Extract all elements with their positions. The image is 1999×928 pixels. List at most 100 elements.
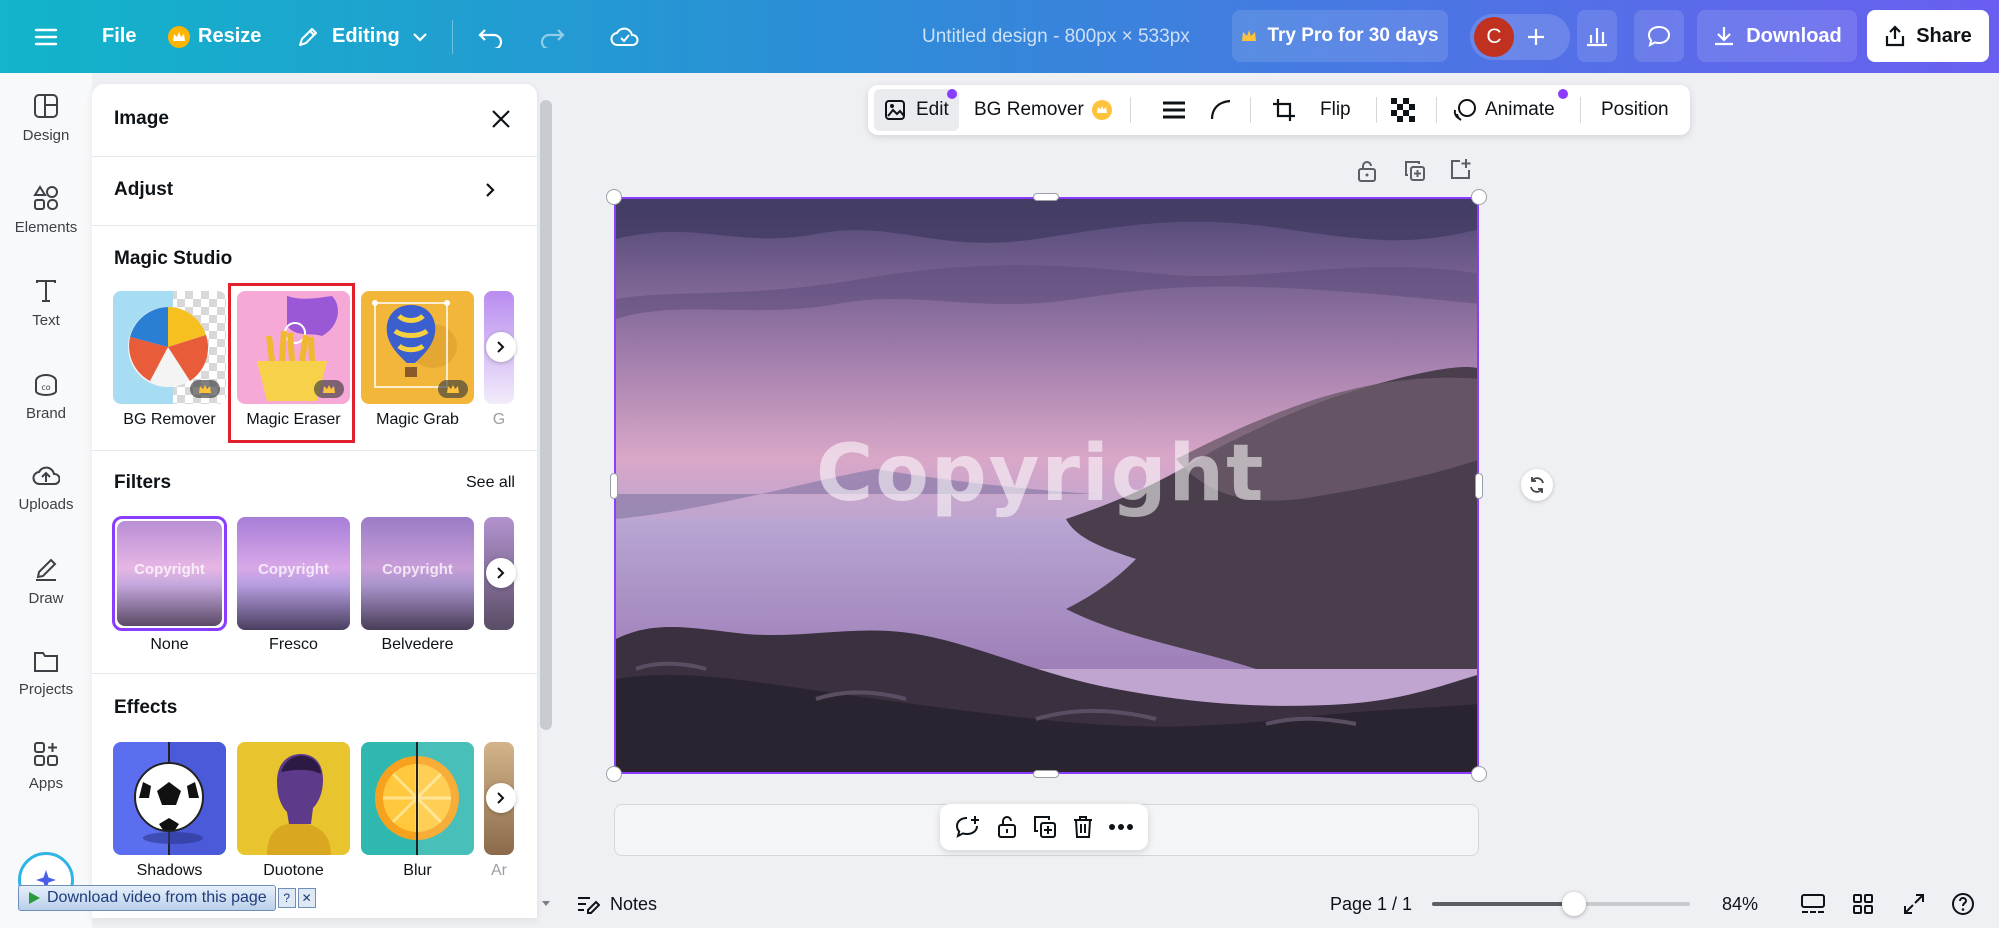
tile-label: Fresco: [269, 636, 318, 653]
top-bar: File Resize Editing Untitled design - 80…: [0, 0, 1999, 73]
download-button[interactable]: Download: [1697, 10, 1857, 62]
divider: [1580, 97, 1581, 123]
see-all-link[interactable]: See all: [466, 474, 515, 492]
document-title[interactable]: Untitled design - 800px × 533px: [922, 0, 1190, 73]
avatar[interactable]: C: [1474, 17, 1514, 57]
trash-icon[interactable]: [1072, 815, 1094, 839]
rail-item-uploads[interactable]: Uploads: [0, 443, 92, 533]
redo-icon[interactable]: [538, 0, 566, 73]
filter-watermark: Copyright: [134, 561, 205, 578]
transparency-icon[interactable]: [1390, 85, 1416, 135]
magic-grab-tile[interactable]: [361, 291, 474, 404]
close-button[interactable]: ✕: [297, 888, 316, 908]
bg-remover-button[interactable]: BG Remover: [974, 85, 1112, 135]
effects-title: Effects: [114, 697, 178, 718]
tile-label: Duotone: [263, 862, 324, 879]
rotate-icon[interactable]: [1521, 469, 1553, 501]
resize-handle[interactable]: [606, 766, 622, 782]
fullscreen-icon[interactable]: [1903, 880, 1925, 928]
animate-button[interactable]: Animate: [1453, 85, 1555, 135]
position-button[interactable]: Position: [1601, 85, 1669, 135]
effect-shadows-tile[interactable]: [113, 742, 226, 855]
corner-rounding-icon[interactable]: [1210, 85, 1232, 135]
close-icon[interactable]: [490, 108, 512, 130]
resize-handle[interactable]: [1471, 766, 1487, 782]
duplicate-icon[interactable]: [1404, 160, 1426, 182]
cloud-save-icon[interactable]: [610, 0, 640, 73]
crown-icon: [168, 25, 190, 48]
edit-button[interactable]: Edit: [874, 89, 959, 131]
flip-button[interactable]: Flip: [1320, 85, 1351, 135]
filter-fresco-tile[interactable]: Copyright: [237, 517, 350, 630]
brand-icon: co: [35, 373, 57, 396]
bottom-bar: Notes Page 1 / 1 84%: [560, 880, 1999, 928]
resize-handle[interactable]: [1033, 770, 1059, 778]
rail-item-brand[interactable]: co Brand: [0, 351, 92, 441]
page-indicator[interactable]: Page 1 / 1: [1330, 880, 1412, 928]
resize-handle[interactable]: [606, 189, 622, 205]
lock-icon[interactable]: [996, 815, 1018, 839]
resize-handle[interactable]: [610, 473, 618, 499]
add-comment-icon[interactable]: [955, 815, 981, 839]
more-options-icon[interactable]: [1108, 823, 1133, 831]
rail-item-draw[interactable]: Draw: [0, 536, 92, 626]
notes-button[interactable]: Notes: [576, 880, 657, 928]
resize-handle[interactable]: [1033, 193, 1059, 201]
resize-handle[interactable]: [1475, 473, 1483, 499]
try-pro-button[interactable]: Try Pro for 30 days: [1232, 10, 1448, 62]
crop-icon[interactable]: [1272, 85, 1296, 135]
resize-button[interactable]: Resize: [168, 0, 261, 73]
help-icon[interactable]: [1951, 880, 1975, 928]
effect-duotone-tile[interactable]: [237, 742, 350, 855]
divider: [1436, 97, 1437, 123]
page-view-icon[interactable]: [1800, 880, 1826, 928]
bg-remover-tile[interactable]: [113, 291, 226, 404]
chevron-right-icon[interactable]: [486, 332, 516, 362]
menu-icon[interactable]: [34, 0, 58, 73]
zoom-level[interactable]: 84%: [1722, 880, 1758, 928]
rail-label: Projects: [18, 680, 74, 698]
grid-view-icon[interactable]: [1852, 880, 1874, 928]
rail-item-projects[interactable]: Projects: [0, 628, 92, 718]
lock-icon[interactable]: [1357, 160, 1377, 182]
filter-none-tile[interactable]: Copyright: [117, 521, 222, 626]
effect-blur-tile[interactable]: [361, 742, 474, 855]
design-icon: [34, 93, 58, 118]
zoom-slider-knob[interactable]: [1561, 892, 1586, 916]
svg-text:co: co: [41, 383, 50, 392]
new-feature-dot: [1558, 89, 1568, 99]
file-menu[interactable]: File: [102, 0, 136, 73]
download-video-button[interactable]: Download video from this page: [18, 885, 276, 911]
new-feature-dot: [947, 89, 957, 99]
rail-label: Elements: [14, 218, 78, 236]
adjust-row[interactable]: Adjust: [92, 157, 537, 225]
text-icon: [36, 279, 56, 302]
undo-icon[interactable]: [477, 0, 505, 73]
border-style-icon[interactable]: [1162, 85, 1186, 135]
rail-item-elements[interactable]: Elements: [0, 165, 92, 255]
design-canvas-image[interactable]: Copyright: [614, 197, 1479, 774]
scroll-down-icon[interactable]: [541, 900, 551, 908]
pro-crown-badge: [314, 380, 344, 398]
panel-scrollbar[interactable]: [540, 100, 552, 730]
chevron-right-icon[interactable]: [486, 783, 516, 813]
notes-icon: [578, 897, 600, 914]
filter-belvedere-tile[interactable]: Copyright: [361, 517, 474, 630]
comments-icon[interactable]: [1634, 10, 1684, 62]
help-button[interactable]: ?: [277, 888, 296, 908]
resize-handle[interactable]: [1471, 189, 1487, 205]
rail-item-design[interactable]: Design: [0, 73, 92, 163]
rail-item-text[interactable]: Text: [0, 258, 92, 348]
duplicate-icon[interactable]: [1033, 815, 1057, 839]
add-page-icon[interactable]: [1450, 158, 1472, 180]
add-collaborator-icon[interactable]: [1526, 0, 1546, 73]
share-button[interactable]: Share: [1867, 10, 1989, 62]
chevron-right-icon[interactable]: [486, 558, 516, 588]
tile-label: None: [150, 636, 189, 653]
zoom-slider[interactable]: [1432, 892, 1690, 916]
insights-icon[interactable]: [1577, 10, 1617, 62]
editing-mode-dropdown[interactable]: Editing: [296, 0, 428, 73]
magic-eraser-tile[interactable]: [237, 291, 350, 404]
rail-item-apps[interactable]: Apps: [0, 721, 92, 811]
divider: [92, 450, 537, 451]
